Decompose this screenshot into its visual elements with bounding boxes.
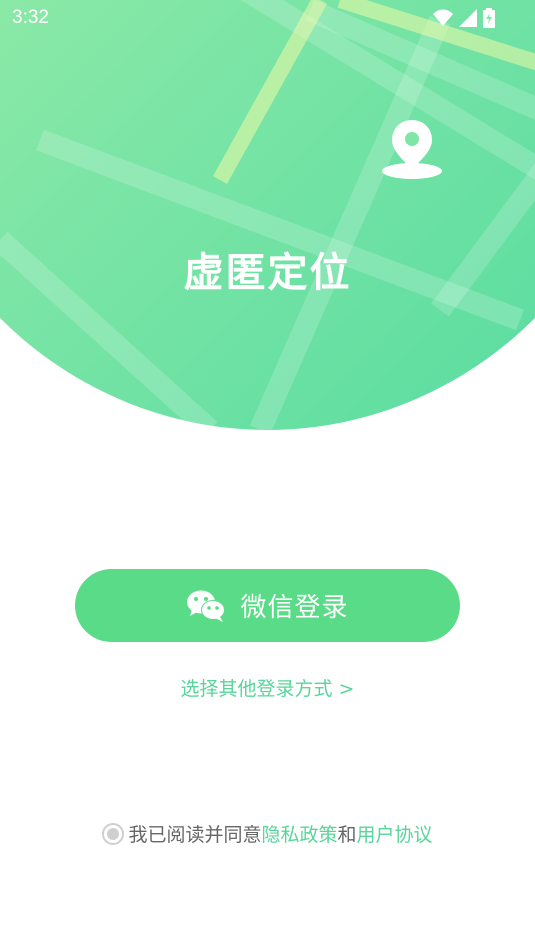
location-pin-icon	[382, 120, 442, 179]
agreement-row: 我已阅读并同意 隐私政策 和 用户协议	[0, 820, 535, 847]
user-agreement-link[interactable]: 用户协议	[357, 820, 433, 847]
hero-background	[0, 0, 535, 430]
map-lines-decoration	[0, 0, 535, 430]
status-bar: 3:32	[0, 0, 535, 36]
agree-radio-dot	[107, 827, 120, 840]
signal-icon	[459, 9, 477, 27]
wechat-login-label: 微信登录	[240, 593, 349, 623]
wifi-icon	[433, 9, 453, 26]
other-login-methods-link[interactable]: 选择其他登录方式 >	[0, 674, 535, 701]
privacy-policy-link[interactable]: 隐私政策	[261, 820, 337, 847]
app-title: 虚匿定位	[183, 250, 352, 296]
status-icons	[433, 8, 495, 28]
wechat-icon	[187, 590, 226, 622]
agree-radio[interactable]	[102, 822, 125, 845]
status-time: 3:32	[12, 7, 49, 28]
battery-charging-icon	[483, 8, 495, 28]
wechat-login-button[interactable]: 微信登录	[75, 569, 460, 642]
agreement-prefix: 我已阅读并同意	[128, 824, 262, 846]
agreement-conjunction: 和	[337, 824, 357, 846]
login-screen: 3:32 虚匿定位 微信登录 选择其他登录方式 > 我已阅读并同意 隐私政策 和…	[0, 0, 535, 951]
